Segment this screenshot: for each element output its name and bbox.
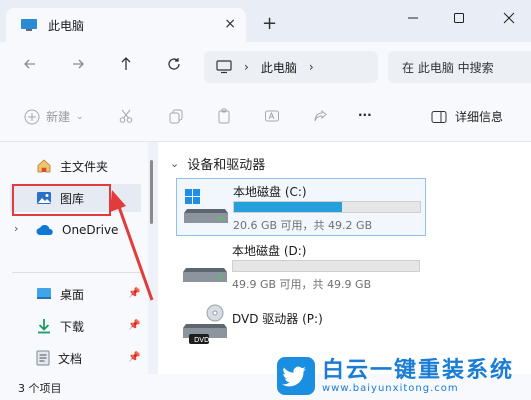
drive-item-d[interactable]: 本地磁盘 (D:) 49.9 GB 可用，共 49.9 GB (176, 238, 426, 296)
drive-item-dvd[interactable]: DVD DVD 驱动器 (P:) (176, 298, 426, 356)
rename-icon[interactable] (264, 108, 280, 124)
chevron-down-icon: ⌄ (170, 157, 180, 170)
sidebar-item-downloads[interactable]: 下载 (36, 312, 84, 340)
drive-name: DVD 驱动器 (P:) (232, 312, 323, 326)
group-title: 设备和驱动器 (187, 158, 266, 173)
details-button-label: 详细信息 (454, 110, 503, 124)
pin-icon[interactable]: 📌 (128, 352, 140, 363)
drive-usage-bar (232, 260, 420, 272)
sidebar-item-label: 文档 (58, 351, 83, 366)
minimize-button[interactable] (398, 8, 428, 28)
tab-label: 此电脑 (48, 18, 85, 33)
tab-this-pc[interactable]: 此电脑 × (6, 8, 246, 42)
minimize-icon (408, 17, 418, 19)
maximize-button[interactable] (444, 8, 474, 28)
document-icon (36, 350, 50, 366)
drive-usage-fill (234, 202, 342, 212)
hard-drive-icon (183, 268, 227, 282)
new-button[interactable]: 新建 ⌄ (24, 108, 84, 125)
highlight-annotation (12, 184, 111, 216)
sidebar-item-label: 主文件夹 (60, 159, 109, 174)
watermark: 白云一键重装系统 www.baiyunxitong.com (276, 352, 531, 400)
new-button-label: 新建 (46, 110, 71, 124)
command-bar: 新建 ⌄ ··· 详细信息 (0, 92, 531, 142)
close-tab-button[interactable]: × (224, 16, 236, 32)
copy-icon[interactable] (168, 108, 184, 124)
group-header[interactable]: ⌄ 设备和驱动器 (170, 154, 265, 173)
onedrive-icon (36, 224, 53, 235)
sidebar-item-label: 桌面 (60, 287, 85, 302)
computer-icon (21, 19, 37, 31)
new-tab-button[interactable]: + (262, 13, 277, 34)
breadcrumb-this-pc[interactable]: 此电脑 (261, 59, 297, 76)
cut-icon[interactable] (118, 108, 134, 124)
drive-usage-bar (233, 201, 421, 213)
drive-name: 本地磁盘 (D:) (232, 244, 307, 258)
twitter-bird-logo-icon (277, 357, 315, 395)
back-arrow-icon[interactable] (22, 56, 38, 72)
sidebar-item-home[interactable]: 主文件夹 (36, 152, 108, 180)
chevron-right-icon[interactable]: › (14, 222, 18, 235)
navigation-pane: 主文件夹 图库 › OneDrive 桌面 📌 下载 📌 文档 📌 (0, 142, 148, 374)
pin-icon[interactable]: 📌 (128, 320, 140, 331)
details-pane-icon (431, 110, 447, 123)
navigation-bar: › 此电脑 › 在 此电脑 中搜索 (0, 42, 531, 92)
close-icon (503, 12, 515, 24)
forward-arrow-icon[interactable] (70, 56, 86, 72)
windows-drive-icon (184, 189, 228, 223)
plus-circle-icon (24, 109, 40, 124)
drive-space-info: 20.6 GB 可用，共 49.2 GB (233, 219, 373, 232)
chevron-down-icon: ⌄ (76, 111, 84, 122)
watermark-url: www.baiyunxitong.com (322, 382, 459, 394)
sidebar-divider (12, 272, 142, 273)
drive-space-info: 49.9 GB 可用，共 49.9 GB (232, 278, 372, 291)
desktop-icon (37, 288, 51, 299)
pin-icon[interactable]: 📌 (128, 288, 140, 299)
breadcrumb-chevron-icon: › (244, 60, 249, 74)
home-icon (37, 159, 51, 173)
breadcrumb-chevron-icon[interactable]: › (309, 60, 314, 74)
sidebar-item-documents[interactable]: 文档 (36, 344, 82, 372)
paste-icon[interactable] (216, 108, 232, 124)
search-input[interactable]: 在 此电脑 中搜索 (388, 51, 531, 83)
dvd-badge: DVD (194, 336, 210, 344)
up-arrow-icon[interactable] (118, 56, 134, 72)
download-icon (38, 319, 50, 334)
item-count: 3 个项目 (18, 382, 62, 395)
sidebar-scrollbar[interactable] (150, 160, 153, 224)
sidebar-item-label: 下载 (60, 319, 85, 334)
sidebar-item-desktop[interactable]: 桌面 (36, 280, 84, 308)
details-button[interactable]: 详细信息 (431, 108, 503, 125)
sidebar-item-label: OneDrive (62, 223, 119, 237)
title-bar: 此电脑 × + (0, 0, 531, 42)
drive-name: 本地磁盘 (C:) (233, 185, 307, 199)
close-window-button[interactable] (494, 8, 524, 28)
maximize-icon (454, 13, 464, 23)
computer-icon (216, 60, 232, 74)
address-bar[interactable]: › 此电脑 › (204, 51, 378, 83)
content-pane: ⌄ 设备和驱动器 本地磁盘 (C:) 20.6 GB 可用，共 49.2 GB … (158, 142, 531, 374)
drive-item-c[interactable]: 本地磁盘 (C:) 20.6 GB 可用，共 49.2 GB (176, 178, 426, 236)
watermark-title: 白云一键重装系统 (322, 357, 515, 383)
refresh-icon[interactable] (166, 56, 182, 72)
sidebar-item-onedrive[interactable]: OneDrive (36, 216, 118, 244)
share-icon[interactable] (312, 108, 328, 124)
more-options-button[interactable]: ··· (358, 108, 372, 122)
